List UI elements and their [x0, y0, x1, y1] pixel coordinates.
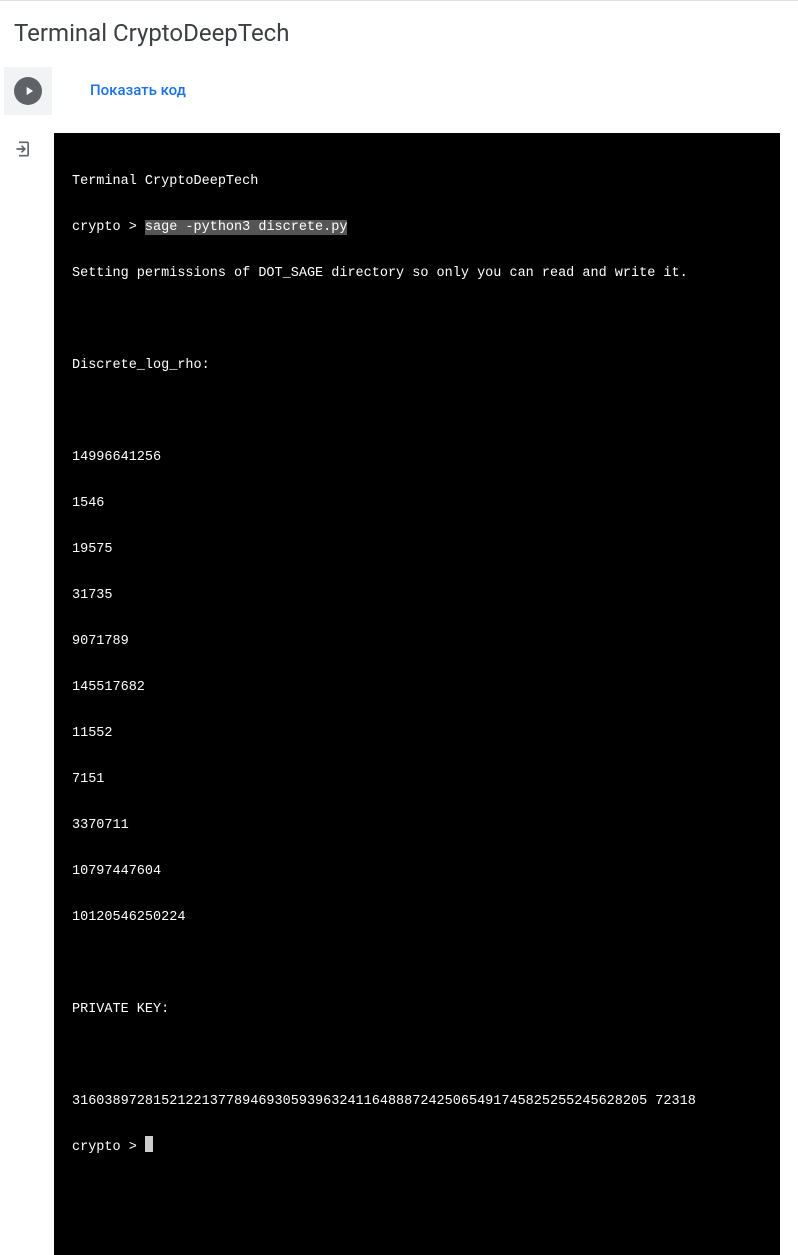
terminal-cursor: [145, 1136, 153, 1152]
terminal-header-line: Terminal CryptoDeepTech: [72, 170, 762, 193]
show-code-link[interactable]: Показать код: [52, 67, 186, 115]
output-row: Terminal CryptoDeepTech crypto > sage -p…: [0, 133, 798, 1255]
terminal-value: 14996641256: [72, 446, 762, 469]
terminal-value: 10797447604: [72, 860, 762, 883]
terminal-prompt-line: crypto > sage -python3 discrete.py: [72, 216, 762, 239]
terminal-output: Terminal CryptoDeepTech crypto > sage -p…: [54, 133, 780, 1255]
terminal-blank: [72, 308, 762, 331]
terminal-value: 3370711: [72, 814, 762, 837]
terminal-value: 11552: [72, 722, 762, 745]
terminal-value: 7151: [72, 768, 762, 791]
terminal-blank: [72, 1044, 762, 1067]
terminal-blank: [72, 952, 762, 975]
execute-button[interactable]: [14, 77, 42, 105]
section-private-key: PRIVATE KEY:: [72, 998, 762, 1021]
terminal-prompt-line-2: crypto >: [72, 1136, 762, 1159]
code-cell-header: Показать код: [0, 67, 798, 115]
prompt-text: crypto >: [72, 220, 145, 235]
terminal-value: 19575: [72, 538, 762, 561]
output-icon[interactable]: [14, 139, 34, 159]
terminal-value: 9071789: [72, 630, 762, 653]
execute-button-wrap: [4, 67, 52, 115]
private-key-value: 3160389728152122137789469305939632411648…: [72, 1090, 762, 1113]
terminal-value: 31735: [72, 584, 762, 607]
section-discrete-log: Discrete_log_rho:: [72, 354, 762, 377]
play-icon: [22, 84, 36, 98]
terminal-command: sage -python3 discrete.py: [145, 220, 348, 235]
terminal-permissions-line: Setting permissions of DOT_SAGE director…: [72, 262, 762, 285]
terminal-value: 1546: [72, 492, 762, 515]
page-title: Terminal CryptoDeepTech: [0, 0, 798, 67]
prompt-text: crypto >: [72, 1140, 145, 1155]
terminal-value: 10120546250224: [72, 906, 762, 929]
terminal-blank: [72, 400, 762, 423]
output-gutter: [0, 133, 54, 159]
